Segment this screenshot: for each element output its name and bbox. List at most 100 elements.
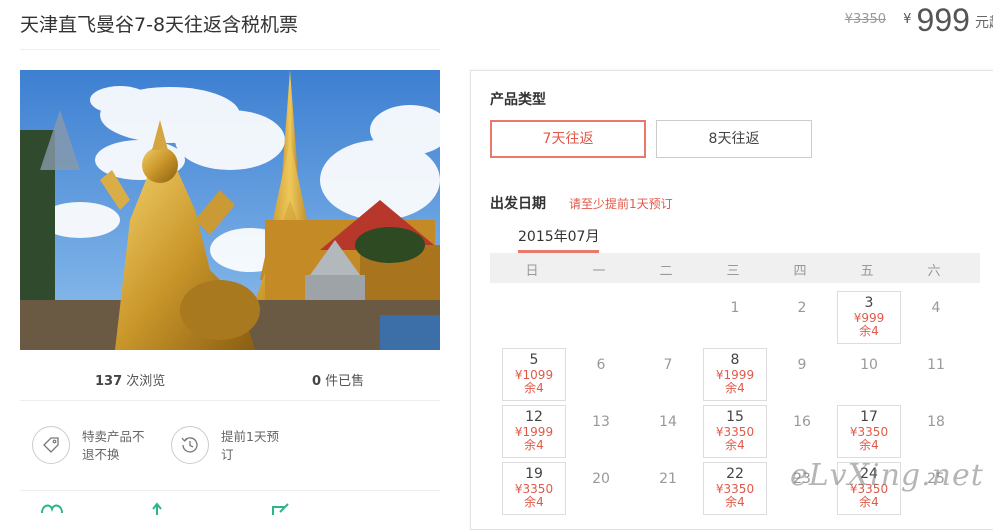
calendar-day-available[interactable]: 3 ¥999 余4 xyxy=(837,291,901,344)
calendar-day: 1 xyxy=(703,291,767,344)
type-option-7-days[interactable]: 7天往返 xyxy=(490,120,646,158)
day-number: 15 xyxy=(726,409,744,425)
day-number: 19 xyxy=(525,466,543,482)
day-remaining: 余4 xyxy=(524,438,544,452)
weekday-wed: 三 xyxy=(726,264,740,279)
day-price: ¥3350 xyxy=(715,482,755,496)
day-number: 8 xyxy=(730,352,740,368)
weekday-tue: 二 xyxy=(659,264,673,279)
calendar-day: 9 xyxy=(770,348,834,401)
calendar-day: 6 xyxy=(569,348,633,401)
weekday-sun: 日 xyxy=(525,264,539,279)
calendar-day: 7 xyxy=(636,348,700,401)
departure-date-label: 出发日期 xyxy=(490,196,546,212)
heart-icon[interactable] xyxy=(40,500,64,514)
calendar-day: 10 xyxy=(837,348,901,401)
calendar-weekday-header: 日 一 二 三 四 五 六 xyxy=(490,253,980,283)
day-number: 9 xyxy=(797,357,807,373)
product-title: 天津直飞曼谷7-8天往返含税机票 xyxy=(20,14,299,36)
calendar-day-available[interactable]: 22 ¥3350 余4 xyxy=(703,462,767,515)
calendar-day: 18 xyxy=(904,405,968,458)
tag-icon xyxy=(32,426,70,464)
currency-symbol: ¥ xyxy=(903,12,912,27)
day-remaining: 余4 xyxy=(524,495,544,509)
day-number: 22 xyxy=(726,466,744,482)
day-remaining: 余4 xyxy=(859,324,879,338)
calendar-day-available[interactable]: 15 ¥3350 余4 xyxy=(703,405,767,458)
weekday-sat: 六 xyxy=(927,264,941,279)
views-stat: 137 次浏览 xyxy=(95,370,165,389)
day-number: 17 xyxy=(860,409,878,425)
day-price: ¥1099 xyxy=(514,368,554,382)
calendar-day-available[interactable]: 5 ¥1099 余4 xyxy=(502,348,566,401)
day-number: 4 xyxy=(931,300,941,316)
product-photo-grand-palace xyxy=(20,70,440,350)
calendar-month-tab[interactable]: 2015年07月 xyxy=(518,226,600,253)
day-number: 10 xyxy=(860,357,878,373)
day-price: ¥3350 xyxy=(849,482,889,496)
views-count: 137 xyxy=(95,374,123,389)
day-number: 21 xyxy=(659,471,677,487)
day-number: 5 xyxy=(529,352,539,368)
day-remaining: 余4 xyxy=(859,495,879,509)
calendar-day: 14 xyxy=(636,405,700,458)
day-number: 23 xyxy=(793,471,811,487)
day-price: ¥1999 xyxy=(715,368,755,382)
title-divider xyxy=(20,49,440,50)
calendar-day-available[interactable]: 19 ¥3350 余4 xyxy=(502,462,566,515)
weekday-mon: 一 xyxy=(592,264,606,279)
share-icon[interactable] xyxy=(145,500,169,515)
calendar-day-available[interactable]: 24 ¥3350 余4 xyxy=(837,462,901,515)
day-number: 2 xyxy=(797,300,807,316)
calendar-day: 11 xyxy=(904,348,968,401)
calendar-day-available[interactable]: 12 ¥1999 余4 xyxy=(502,405,566,458)
calendar-day: 21 xyxy=(636,462,700,515)
calendar-day: 2 xyxy=(770,291,834,344)
product-stats: 137 次浏览 0 件已售 xyxy=(20,360,440,401)
feature-text: 特卖产品不退不换 xyxy=(82,429,145,462)
day-number: 18 xyxy=(927,414,945,430)
booking-hint: 请至少提前1天预订 xyxy=(569,197,673,211)
current-price: 999 xyxy=(916,2,970,38)
day-number: 6 xyxy=(596,357,606,373)
calendar-day: 25 xyxy=(904,462,968,515)
product-features: 特卖产品不退不换 提前1天预订 xyxy=(20,400,440,491)
day-price: ¥3350 xyxy=(514,482,554,496)
day-price: ¥3350 xyxy=(715,425,755,439)
weekday-fri: 五 xyxy=(860,264,874,279)
sold-stat: 0 件已售 xyxy=(312,370,364,389)
calendar-day-available[interactable]: 8 ¥1999 余4 xyxy=(703,348,767,401)
booking-panel: 产品类型 7天往返 8天往返 出发日期 请至少提前1天预订 2015年07月 日… xyxy=(470,70,993,530)
day-price: ¥999 xyxy=(853,311,885,325)
calendar-day: 16 xyxy=(770,405,834,458)
day-number: 11 xyxy=(927,357,945,373)
day-number: 16 xyxy=(793,414,811,430)
weekday-thu: 四 xyxy=(793,264,807,279)
day-price: ¥3350 xyxy=(849,425,889,439)
calendar-day-available[interactable]: 17 ¥3350 余4 xyxy=(837,405,901,458)
type-option-8-days[interactable]: 8天往返 xyxy=(656,120,812,158)
day-number: 3 xyxy=(864,295,874,311)
day-number: 24 xyxy=(860,466,878,482)
edit-icon[interactable] xyxy=(270,500,294,515)
price-box: ¥3350 ¥ 999 元起 xyxy=(845,2,993,39)
sold-label: 件已售 xyxy=(321,374,365,389)
day-number: 7 xyxy=(663,357,673,373)
calendar-day: 20 xyxy=(569,462,633,515)
original-price: ¥3350 xyxy=(844,12,887,27)
calendar-day: 4 xyxy=(904,291,968,344)
clock-history-icon xyxy=(171,426,209,464)
feature-text: 提前1天预订 xyxy=(221,429,279,462)
day-number: 13 xyxy=(592,414,610,430)
sold-count: 0 xyxy=(312,374,322,389)
day-number: 20 xyxy=(592,471,610,487)
product-type-label: 产品类型 xyxy=(490,92,546,108)
price-unit: 元起 xyxy=(975,15,993,31)
day-price: ¥1999 xyxy=(514,425,554,439)
day-remaining: 余4 xyxy=(524,381,544,395)
day-number: 1 xyxy=(730,300,740,316)
day-number: 12 xyxy=(525,409,543,425)
day-number: 14 xyxy=(659,414,677,430)
day-remaining: 余4 xyxy=(859,438,879,452)
day-remaining: 余4 xyxy=(725,438,745,452)
